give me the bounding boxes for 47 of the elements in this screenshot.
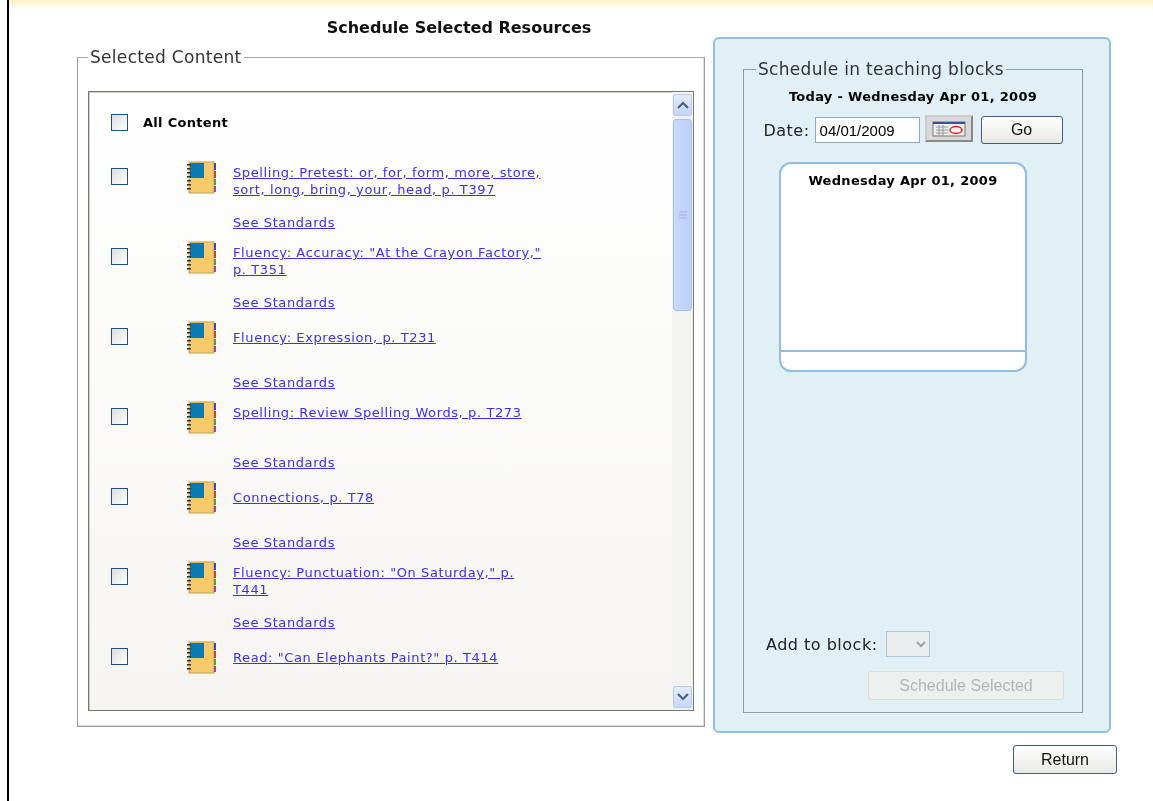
checkbox[interactable]: [111, 648, 128, 665]
see-standards-link[interactable]: See Standards: [233, 215, 336, 230]
notebook-icon: [186, 481, 218, 515]
resource-link[interactable]: Spelling: Review Spelling Words, p. T273: [233, 401, 553, 421]
see-standards-link[interactable]: See Standards: [233, 375, 336, 390]
notebook-icon: [186, 641, 218, 675]
resource-link[interactable]: Fluency: Expression, p. T231: [233, 321, 553, 346]
page-title: Schedule Selected Resources: [325, 18, 593, 37]
checkbox[interactable]: [111, 328, 128, 345]
checkbox[interactable]: [111, 568, 128, 585]
see-standards-link[interactable]: See Standards: [233, 455, 336, 470]
see-standards-link[interactable]: See Standards: [233, 615, 336, 630]
see-standards-link[interactable]: See Standards: [233, 295, 336, 310]
resource-link[interactable]: Spelling: Pretest: or, for, form, more, store, sort, long, bring, your, head, p. T397: [233, 161, 553, 198]
notebook-icon: [186, 241, 218, 275]
resource-link[interactable]: Fluency: Punctuation: "On Saturday," p. T441: [233, 561, 553, 598]
checkbox-label: All Content: [143, 115, 229, 130]
today-label: Today - Wednesday Apr 01, 2009: [788, 89, 1038, 104]
day-title: Wednesday Apr 01, 2009: [808, 173, 998, 188]
date-label: Date:: [763, 120, 810, 140]
checkbox[interactable]: [111, 488, 128, 505]
chevron-up-icon: [676, 101, 689, 109]
group-legend: Schedule in teaching blocks: [756, 59, 1006, 79]
notebook-icon: [186, 401, 218, 435]
notebook-icon: [186, 161, 218, 195]
grip-icon: [678, 211, 687, 219]
date-field[interactable]: 04/01/2009: [814, 117, 920, 143]
notebook-icon: [186, 321, 218, 355]
resource-link[interactable]: Fluency: Accuracy: "At the Crayon Factory," p. T351: [233, 241, 553, 278]
calendar-button[interactable]: [924, 115, 973, 142]
scrollbar-thumb[interactable]: [673, 119, 692, 311]
checkbox[interactable]: [111, 114, 128, 131]
checkbox[interactable]: [111, 168, 128, 185]
scroll-up-button[interactable]: [673, 94, 692, 116]
return-button[interactable]: Return: [1013, 745, 1117, 774]
notebook-icon: [186, 561, 218, 595]
resource-link[interactable]: Connections, p. T78: [233, 481, 553, 506]
chevron-down-icon: [676, 693, 689, 701]
calendar-icon: [931, 120, 966, 137]
go-button[interactable]: Go: [980, 116, 1063, 144]
checkbox[interactable]: [111, 408, 128, 425]
see-standards-link[interactable]: See Standards: [233, 535, 336, 550]
add-to-block-label: Add to block:: [766, 634, 878, 654]
resource-link[interactable]: Read: "Can Elephants Paint?" p. T414: [233, 641, 553, 666]
group-legend: Selected Content: [88, 47, 244, 67]
scroll-down-button[interactable]: [673, 686, 692, 708]
checkbox[interactable]: [111, 248, 128, 265]
